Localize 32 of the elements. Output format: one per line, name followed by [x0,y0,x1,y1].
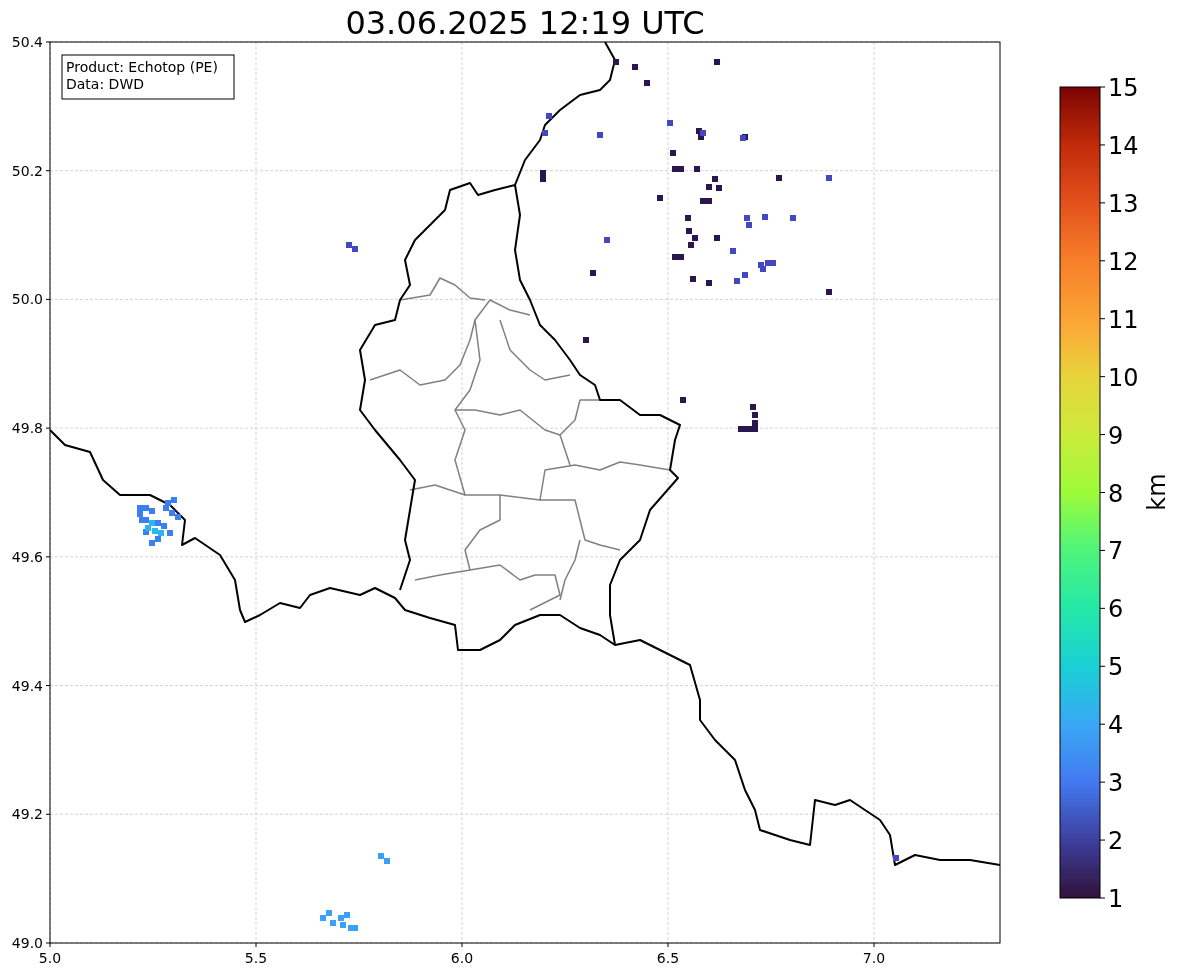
colorbar-tick-label: 9 [1108,421,1124,450]
colorbar-tick-label: 8 [1108,479,1124,508]
colorbar-tick-label: 4 [1108,711,1124,740]
colorbar-tick-label: 14 [1108,131,1139,160]
x-axis-tick-label: 6.0 [450,950,474,966]
y-axis-tick-label: 49.0 [11,935,43,951]
chart-title: 03.06.2025 12:19 UTC [345,4,705,42]
y-axis-tick-label: 50.0 [11,291,43,308]
y-axis-tick-label: 50.4 [11,34,43,50]
y-axis-tick-label: 50.2 [11,162,43,179]
colorbar-tick-label: 15 [1108,74,1139,102]
info-text: Data: DWD [66,76,144,92]
x-axis-tick-label: 6.5 [656,950,680,966]
colorbar-label: km [1143,473,1171,511]
colorbar-tick-label: 6 [1108,595,1124,624]
x-axis-tick-label: 5.5 [244,950,268,966]
colorbar-tick-label: 3 [1108,769,1124,798]
colorbar-tick-label: 11 [1108,305,1139,334]
colorbar-tick-label: 7 [1108,537,1124,566]
colorbar-tick-label: 10 [1108,363,1139,392]
y-axis-tick-label: 49.8 [11,420,43,437]
x-axis-tick-label: 7.0 [862,950,886,966]
y-axis-tick-label: 49.2 [11,806,43,823]
x-axis-tick-label: 5.0 [38,950,62,966]
info-text: Product: Echotop (PE) [66,59,218,75]
y-axis-tick-label: 49.6 [11,548,43,565]
colorbar-tick-label: 2 [1108,827,1124,856]
colorbar-tick-label: 5 [1108,653,1124,682]
colorbar-tick-label: 12 [1108,247,1139,276]
y-axis-tick-label: 49.4 [11,677,43,694]
colorbar-tick-label: 13 [1108,189,1139,218]
colorbar-tick-label: 1 [1108,885,1124,913]
